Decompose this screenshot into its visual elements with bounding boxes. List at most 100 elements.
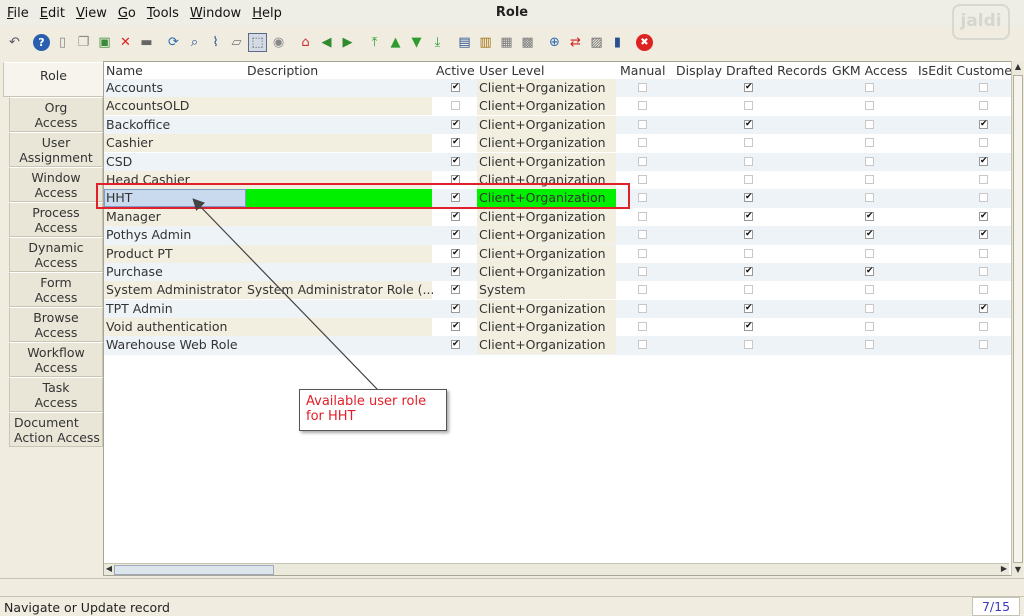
- gkm-checkbox[interactable]: [865, 303, 874, 313]
- gkm-checkbox[interactable]: [865, 174, 874, 184]
- isedit-checkbox[interactable]: ✔: [979, 119, 988, 129]
- manual-checkbox[interactable]: [638, 174, 647, 184]
- gkm-checkbox[interactable]: [865, 156, 874, 166]
- gkm-checkbox[interactable]: ✔: [865, 211, 874, 221]
- role-user-level[interactable]: Client+Organization: [479, 190, 616, 205]
- isedit-checkbox[interactable]: [979, 266, 988, 276]
- isedit-checkbox[interactable]: [979, 83, 988, 92]
- zoom-icon[interactable]: ⊕: [546, 34, 563, 51]
- role-user-level[interactable]: Client+Organization: [479, 154, 616, 169]
- last-icon[interactable]: ⤓: [429, 34, 446, 51]
- tab-dynamic-access[interactable]: Dynamic Access: [9, 237, 103, 272]
- role-name[interactable]: Backoffice: [106, 117, 246, 132]
- active-checkbox[interactable]: ✔: [451, 303, 460, 313]
- manual-checkbox[interactable]: [638, 211, 647, 221]
- column-header-active[interactable]: Active: [436, 63, 475, 78]
- forward-icon[interactable]: ▶: [339, 34, 356, 51]
- scroll-left-icon[interactable]: ◀: [104, 564, 114, 574]
- request-icon[interactable]: ▨: [588, 34, 605, 51]
- role-name[interactable]: CSD: [106, 154, 246, 169]
- refresh-icon[interactable]: ⟳: [165, 34, 182, 51]
- manual-checkbox[interactable]: [638, 322, 647, 332]
- table-row[interactable]: Void authentication Client+Organization ✔ ✔: [104, 318, 1020, 337]
- role-user-level[interactable]: Client+Organization: [479, 264, 616, 279]
- column-header-isedit-custome[interactable]: IsEdit Custome: [918, 63, 1012, 78]
- drafted-checkbox[interactable]: [744, 156, 753, 166]
- gkm-checkbox[interactable]: ✔: [865, 230, 874, 240]
- role-name[interactable]: Warehouse Web Role: [106, 337, 246, 352]
- drafted-checkbox[interactable]: [744, 138, 753, 148]
- drafted-checkbox[interactable]: ✔: [744, 211, 753, 221]
- tab-user-assignment[interactable]: User Assignment: [9, 132, 103, 167]
- active-checkbox[interactable]: ✔: [451, 119, 460, 129]
- gkm-checkbox[interactable]: [865, 322, 874, 332]
- manual-checkbox[interactable]: [638, 266, 647, 276]
- isedit-checkbox[interactable]: [979, 248, 988, 258]
- tab-window-access[interactable]: Window Access: [9, 167, 103, 202]
- isedit-checkbox[interactable]: [979, 193, 988, 203]
- save-icon[interactable]: ▬: [138, 34, 155, 51]
- manual-checkbox[interactable]: [638, 119, 647, 129]
- drafted-checkbox[interactable]: ✔: [744, 322, 753, 332]
- copy-icon[interactable]: ❐: [75, 34, 92, 51]
- table-row[interactable]: HHT Client+Organization ✔ ✔: [104, 189, 1020, 208]
- drafted-checkbox[interactable]: ✔: [744, 230, 753, 240]
- scroll-down-icon[interactable]: ▼: [1013, 565, 1023, 575]
- home-icon[interactable]: ⌂: [297, 34, 314, 51]
- active-checkbox[interactable]: ✔: [451, 322, 460, 332]
- role-description[interactable]: System Administrator Role (...: [247, 282, 433, 297]
- next-icon[interactable]: ▼: [408, 34, 425, 51]
- drafted-checkbox[interactable]: [744, 340, 753, 350]
- drafted-checkbox[interactable]: [744, 285, 753, 295]
- column-header-user-level[interactable]: User Level: [479, 63, 544, 78]
- role-user-level[interactable]: Client+Organization: [479, 98, 616, 113]
- table-row[interactable]: Purchase Client+Organization ✔ ✔ ✔: [104, 262, 1020, 282]
- close-icon[interactable]: ✖: [636, 33, 653, 51]
- product-icon[interactable]: ▮: [609, 34, 626, 51]
- table-row[interactable]: Accounts Client+Organization ✔ ✔: [104, 79, 1020, 98]
- print-preview-icon[interactable]: ▦: [498, 34, 515, 51]
- horizontal-scrollbar[interactable]: ◀ ▶: [104, 563, 1009, 575]
- active-checkbox[interactable]: ✔: [451, 266, 460, 276]
- gkm-checkbox[interactable]: [865, 340, 874, 350]
- isedit-checkbox[interactable]: [979, 174, 988, 184]
- table-row[interactable]: System Administrator System Administrator…: [104, 281, 1020, 300]
- role-name[interactable]: Manager: [106, 209, 246, 224]
- isedit-checkbox[interactable]: [979, 322, 988, 332]
- scroll-up-icon[interactable]: ▲: [1013, 62, 1023, 72]
- isedit-checkbox[interactable]: [979, 101, 988, 111]
- role-user-level[interactable]: Client+Organization: [479, 117, 616, 132]
- back-icon[interactable]: ◀: [318, 34, 335, 51]
- role-user-level[interactable]: System: [479, 282, 616, 297]
- role-name[interactable]: Purchase: [106, 264, 246, 279]
- menu-window[interactable]: Window: [186, 6, 245, 21]
- role-user-level[interactable]: Client+Organization: [479, 301, 616, 316]
- active-checkbox[interactable]: ✔: [451, 230, 460, 240]
- table-row[interactable]: AccountsOLD Client+Organization: [104, 97, 1020, 116]
- manual-checkbox[interactable]: [638, 156, 647, 166]
- isedit-checkbox[interactable]: ✔: [979, 156, 988, 166]
- workflow-icon[interactable]: ⇄: [567, 34, 584, 51]
- role-name[interactable]: Void authentication: [106, 319, 246, 334]
- role-user-level[interactable]: Client+Organization: [479, 135, 616, 150]
- first-icon[interactable]: ⤒: [366, 34, 383, 51]
- manual-checkbox[interactable]: [638, 340, 647, 350]
- drafted-checkbox[interactable]: ✔: [744, 266, 753, 276]
- active-checkbox[interactable]: ✔: [451, 248, 460, 258]
- tab-process-access[interactable]: Process Access: [9, 202, 103, 237]
- menu-edit[interactable]: Edit: [36, 6, 69, 21]
- find-icon[interactable]: ⌕: [186, 34, 203, 51]
- active-checkbox[interactable]: ✔: [451, 156, 460, 166]
- undo-icon[interactable]: ↶: [6, 34, 23, 51]
- active-checkbox[interactable]: ✔: [451, 211, 460, 221]
- tab-document-action-access[interactable]: Document Action Access: [9, 412, 103, 447]
- role-name[interactable]: Cashier: [106, 135, 246, 150]
- manual-checkbox[interactable]: [638, 303, 647, 313]
- manual-checkbox[interactable]: [638, 248, 647, 258]
- active-checkbox[interactable]: ✔: [451, 340, 460, 350]
- archive-icon[interactable]: ▥: [477, 34, 494, 51]
- isedit-checkbox[interactable]: [979, 138, 988, 148]
- role-user-level[interactable]: Client+Organization: [479, 80, 616, 95]
- save-new-icon[interactable]: ▣: [96, 34, 113, 51]
- manual-checkbox[interactable]: [638, 285, 647, 295]
